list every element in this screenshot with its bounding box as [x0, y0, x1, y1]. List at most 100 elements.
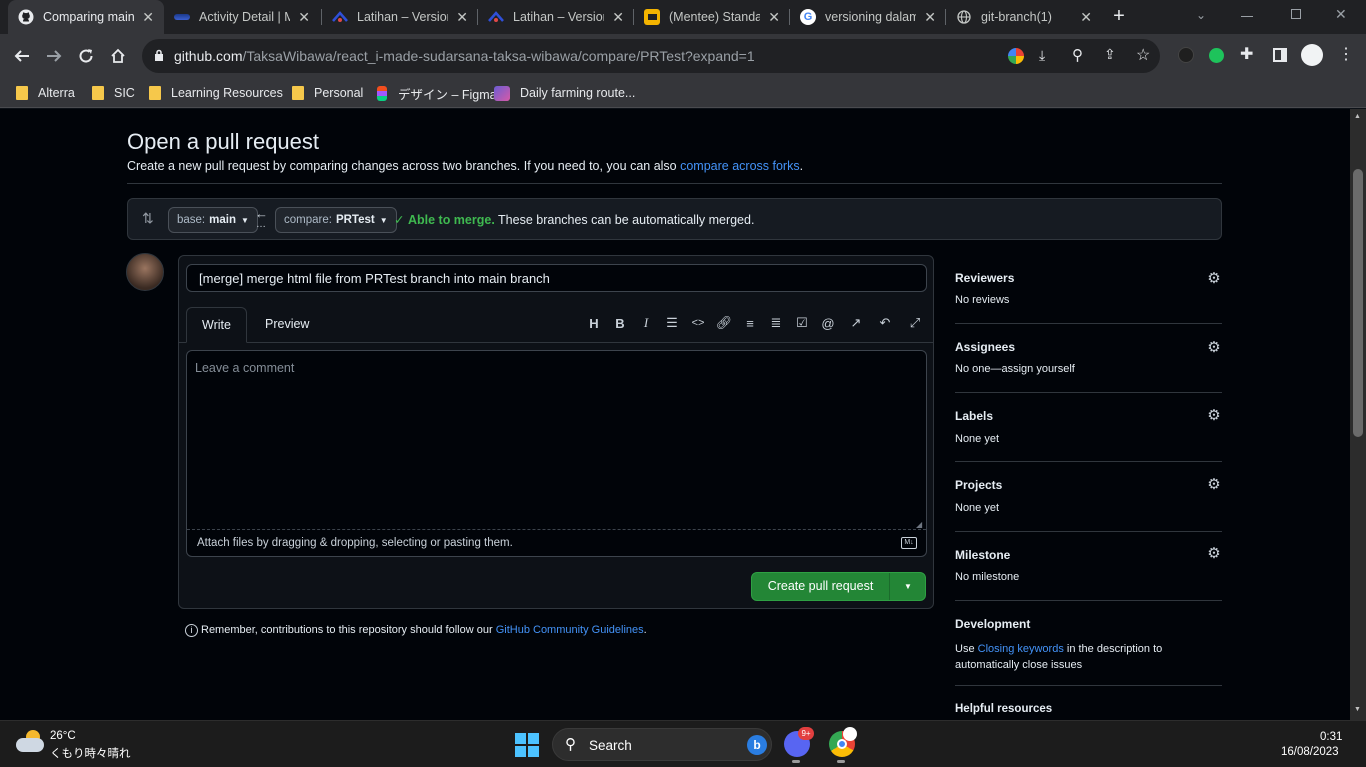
- scroll-down-icon[interactable]: ▼: [1354, 706, 1361, 713]
- weather-icon[interactable]: [16, 730, 44, 754]
- compare-forks-link[interactable]: compare across forks: [680, 159, 799, 173]
- close-icon[interactable]: ✕: [768, 9, 780, 26]
- pr-title-input[interactable]: [merge] merge html file from PRTest bran…: [186, 264, 927, 292]
- weather-temp[interactable]: 26°C: [50, 730, 76, 742]
- scroll-up-icon[interactable]: ▲: [1354, 113, 1361, 120]
- window-close-icon[interactable]: ✕: [1335, 6, 1347, 23]
- forward-icon[interactable]: [40, 42, 68, 70]
- new-tab-button[interactable]: +: [1108, 5, 1130, 27]
- home-icon[interactable]: [104, 42, 132, 70]
- bookmark-farming[interactable]: Daily farming route...: [494, 83, 635, 103]
- assignees-value[interactable]: No one—assign yourself: [955, 363, 1075, 375]
- development-heading: Development: [955, 617, 1031, 631]
- clock-time[interactable]: 0:31: [1320, 731, 1342, 743]
- heading-icon[interactable]: H: [585, 314, 603, 332]
- tab-latihan-2[interactable]: Latihan – Version... ✕: [478, 0, 634, 34]
- bookmark-learning[interactable]: Learning Resources: [149, 83, 283, 103]
- italic-icon[interactable]: I: [637, 314, 655, 332]
- scrollbar-thumb[interactable]: [1353, 169, 1363, 437]
- tab-latihan-1[interactable]: Latihan – Version... ✕: [322, 0, 478, 34]
- menu-kebab-icon[interactable]: ⋮: [1338, 44, 1354, 64]
- create-pr-dropdown-icon[interactable]: ▼: [891, 573, 925, 600]
- task-list-icon[interactable]: ☑: [793, 314, 811, 332]
- tab-activity[interactable]: Activity Detail | M... ✕: [164, 0, 320, 34]
- bookmark-label: Alterra: [38, 86, 75, 100]
- quote-icon[interactable]: ☰: [663, 314, 681, 332]
- bookmark-personal[interactable]: Personal: [292, 83, 363, 103]
- assignees-heading[interactable]: Assignees: [955, 340, 1015, 354]
- milestone-heading[interactable]: Milestone: [955, 548, 1010, 562]
- link-icon[interactable]: 🔗︎: [715, 314, 733, 332]
- install-icon[interactable]: ⤓: [1039, 47, 1045, 64]
- github-page: Open a pull request Create a new pull re…: [0, 109, 1350, 720]
- guidelines-link[interactable]: GitHub Community Guidelines: [496, 624, 644, 636]
- avatar[interactable]: [126, 253, 164, 291]
- close-icon[interactable]: ✕: [1080, 9, 1092, 26]
- extensions-puzzle-icon[interactable]: ✚: [1240, 44, 1253, 64]
- weather-text[interactable]: くもり時々晴れ: [50, 745, 131, 761]
- extension-green-icon[interactable]: [1209, 48, 1224, 63]
- base-branch-select[interactable]: base: main ▼: [168, 207, 258, 233]
- reviewers-gear-icon[interactable]: ⚙: [1206, 270, 1222, 287]
- tab-mentee[interactable]: (Mentee) Standar... ✕: [634, 0, 790, 34]
- profile-avatar[interactable]: [1301, 44, 1323, 66]
- tab-search-icon[interactable]: ⌄: [1196, 8, 1206, 22]
- code-icon[interactable]: <>: [689, 314, 707, 332]
- mention-icon[interactable]: @: [819, 314, 837, 332]
- restore-icon[interactable]: [1291, 9, 1301, 19]
- reload-icon[interactable]: [72, 42, 100, 70]
- side-panel-icon[interactable]: [1273, 48, 1287, 62]
- share-icon[interactable]: ⇪: [1104, 46, 1116, 63]
- bookmark-figma[interactable]: デザイン – Figma: [377, 83, 497, 103]
- clock-date[interactable]: 16/08/2023: [1281, 746, 1339, 758]
- bookmark-sic[interactable]: SIC: [92, 83, 135, 103]
- projects-gear-icon[interactable]: ⚙: [1206, 476, 1222, 493]
- google-lens-icon[interactable]: [1008, 48, 1024, 64]
- lock-icon[interactable]: [154, 49, 164, 67]
- create-pr-button[interactable]: Create pull request: [752, 573, 890, 600]
- page-scrollbar[interactable]: ▲ ▼: [1350, 109, 1366, 720]
- projects-heading[interactable]: Projects: [955, 478, 1002, 492]
- fullscreen-icon[interactable]: ⤢: [906, 314, 924, 332]
- milestone-gear-icon[interactable]: ⚙: [1206, 545, 1222, 562]
- ordered-list-icon[interactable]: ≣: [767, 314, 785, 332]
- slides-icon: [644, 9, 660, 25]
- attach-files-text[interactable]: Attach files by dragging & dropping, sel…: [197, 537, 513, 549]
- close-icon[interactable]: ✕: [924, 9, 936, 26]
- tab-versioning[interactable]: G versioning dalam... ✕: [790, 0, 946, 34]
- reviewers-heading[interactable]: Reviewers: [955, 271, 1014, 285]
- closing-keywords-link[interactable]: Closing keywords: [978, 643, 1064, 655]
- taskbar-search[interactable]: ⚲ Search b: [552, 728, 772, 761]
- bookmark-alterra[interactable]: Alterra: [16, 83, 75, 103]
- url-text[interactable]: github.com/TaksaWibawa/react_i-made-suda…: [174, 48, 755, 64]
- tab-preview[interactable]: Preview: [265, 317, 309, 331]
- compare-branch-select[interactable]: compare: PRTest ▼: [275, 207, 397, 233]
- close-icon[interactable]: ✕: [612, 9, 624, 26]
- tab-title: versioning dalam...: [825, 10, 917, 24]
- windows-start-icon[interactable]: [515, 733, 539, 757]
- labels-gear-icon[interactable]: ⚙: [1206, 407, 1222, 424]
- unordered-list-icon[interactable]: ≡: [741, 314, 759, 332]
- assignees-gear-icon[interactable]: ⚙: [1206, 339, 1222, 356]
- projects-value: None yet: [955, 502, 1000, 514]
- bold-icon[interactable]: B: [611, 314, 629, 332]
- reference-icon[interactable]: ↗: [847, 314, 865, 332]
- bookmark-star-icon[interactable]: ☆: [1136, 45, 1150, 65]
- minimize-icon[interactable]: [1241, 16, 1253, 17]
- zoom-icon[interactable]: ⚲: [1072, 46, 1083, 64]
- tab-comparing[interactable]: Comparing main... ✕: [8, 0, 164, 34]
- labels-heading[interactable]: Labels: [955, 409, 993, 423]
- css-extension-icon[interactable]: [1178, 47, 1194, 63]
- markdown-icon[interactable]: M↓: [901, 537, 917, 549]
- resize-handle-icon[interactable]: ◢: [916, 520, 922, 529]
- undo-icon[interactable]: ↶: [876, 314, 894, 332]
- tab-write[interactable]: Write: [186, 307, 247, 343]
- comment-textarea[interactable]: Leave a comment ◢: [187, 351, 926, 530]
- close-icon[interactable]: ✕: [456, 9, 468, 26]
- tab-git-branch[interactable]: git-branch(1) ✕: [946, 0, 1102, 34]
- close-icon[interactable]: ✕: [142, 9, 154, 26]
- close-icon[interactable]: ✕: [298, 9, 310, 26]
- address-bar[interactable]: github.com/TaksaWibawa/react_i-made-suda…: [142, 39, 1160, 73]
- back-icon[interactable]: [8, 42, 36, 70]
- bing-icon[interactable]: b: [747, 735, 767, 755]
